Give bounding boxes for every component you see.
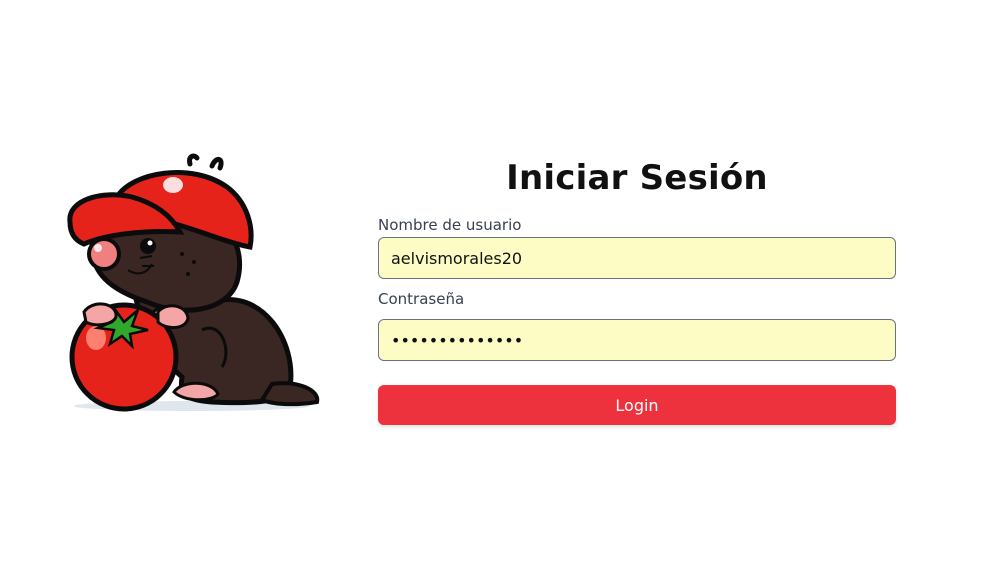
password-field[interactable]	[378, 319, 896, 361]
login-form: Iniciar Sesión Nombre de usuario Contras…	[378, 150, 896, 425]
mole-with-tomato-icon	[67, 153, 320, 412]
username-label: Nombre de usuario	[378, 216, 522, 234]
login-page: Iniciar Sesión Nombre de usuario Contras…	[0, 0, 988, 587]
login-button[interactable]: Login	[378, 385, 896, 425]
username-field[interactable]	[378, 237, 896, 279]
password-label: Contraseña	[378, 290, 465, 308]
page-title: Iniciar Sesión	[506, 158, 768, 198]
